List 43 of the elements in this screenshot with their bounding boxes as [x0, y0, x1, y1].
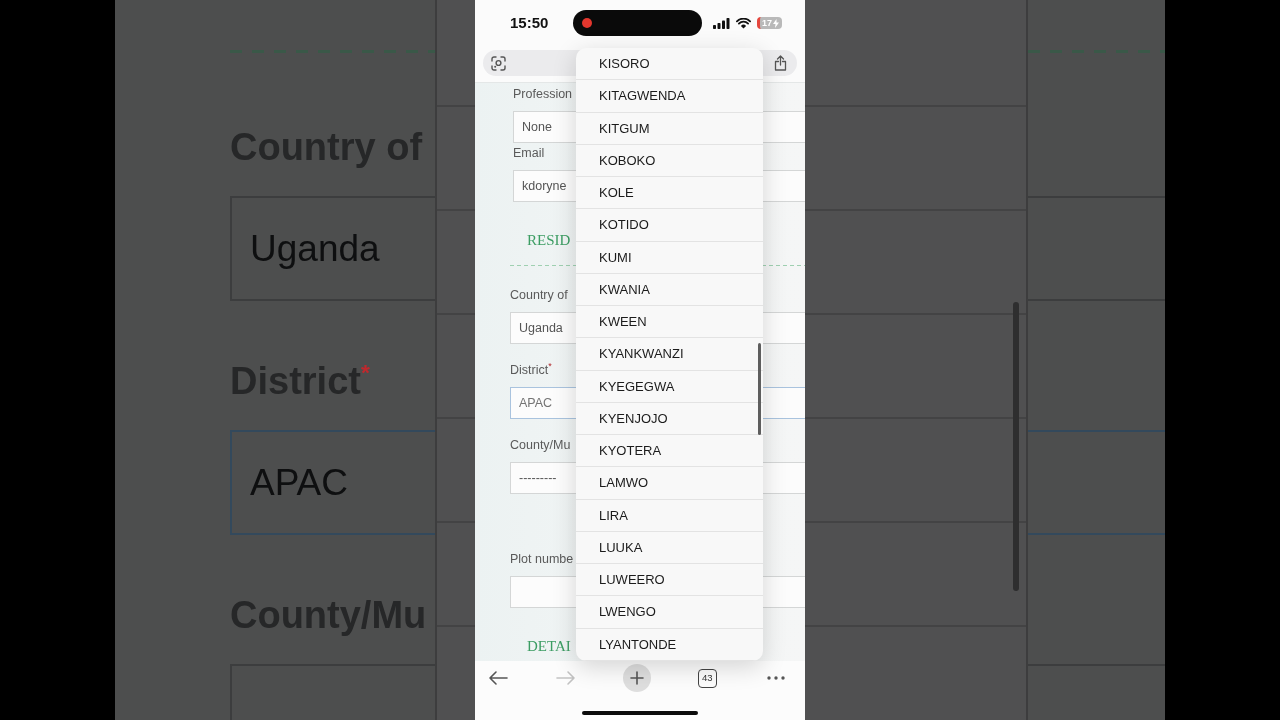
dropdown-option[interactable]: LUUKA	[576, 531, 763, 564]
field-label: District$^{*}$	[230, 359, 370, 403]
dropdown-option[interactable]: KITAGWENDA	[576, 80, 763, 113]
dropdown-option[interactable]: KOLE	[576, 177, 763, 210]
new-tab-button[interactable]	[622, 664, 651, 692]
field-label: District$^{*}$	[510, 362, 552, 378]
input-field[interactable]	[510, 576, 576, 608]
input-field[interactable]: ---------	[510, 462, 576, 494]
dropdown-option[interactable]: KWANIA	[576, 273, 763, 306]
dropdown-option[interactable]: LIRA	[576, 499, 763, 532]
right-arrow-icon	[556, 670, 577, 686]
viewfinder-icon	[491, 55, 506, 71]
dropdown-option[interactable]: KITGUM	[576, 112, 763, 145]
dropdown-option[interactable]: LAMWO	[576, 467, 763, 500]
section-heading: DETAI	[527, 637, 571, 656]
input-field[interactable]: kdoryne	[513, 170, 576, 202]
battery-percentage: 17	[762, 17, 772, 29]
field-label: Profession	[513, 86, 573, 102]
dropdown-option[interactable]: KISORO	[576, 48, 763, 81]
dropdown-option[interactable]: KUMI	[576, 241, 763, 274]
field-label: Email	[513, 145, 545, 161]
left-arrow-icon	[488, 670, 508, 686]
field-label: Country of	[510, 287, 568, 303]
share-icon	[774, 55, 787, 71]
signal-bars-icon	[713, 17, 730, 29]
field-label: County/Mu	[510, 437, 571, 453]
plus-icon	[629, 671, 644, 685]
dropdown-option[interactable]: KOBOKO	[576, 144, 763, 177]
input-field[interactable]: None	[513, 111, 576, 143]
ellipsis-icon	[767, 676, 785, 680]
field-label: Plot numbe	[510, 551, 574, 567]
dropdown-option[interactable]: LYANTONDE	[576, 628, 763, 661]
wifi-icon	[736, 17, 751, 29]
dropdown-option[interactable]: LWENGO	[576, 596, 763, 629]
status-time: 15:50	[510, 14, 549, 32]
dropdown-option[interactable]: LUWEERO	[576, 564, 763, 597]
dropdown-option[interactable]: KYOTERA	[576, 435, 763, 468]
dropdown-option[interactable]: KOTIDO	[576, 209, 763, 242]
dropdown-option[interactable]: KWEEN	[576, 306, 763, 339]
input-field[interactable]: Uganda	[510, 312, 576, 344]
input-field[interactable]: APAC	[510, 387, 576, 419]
tab-switcher-button[interactable]: 43	[697, 668, 717, 688]
section-heading: RESID	[527, 231, 571, 250]
